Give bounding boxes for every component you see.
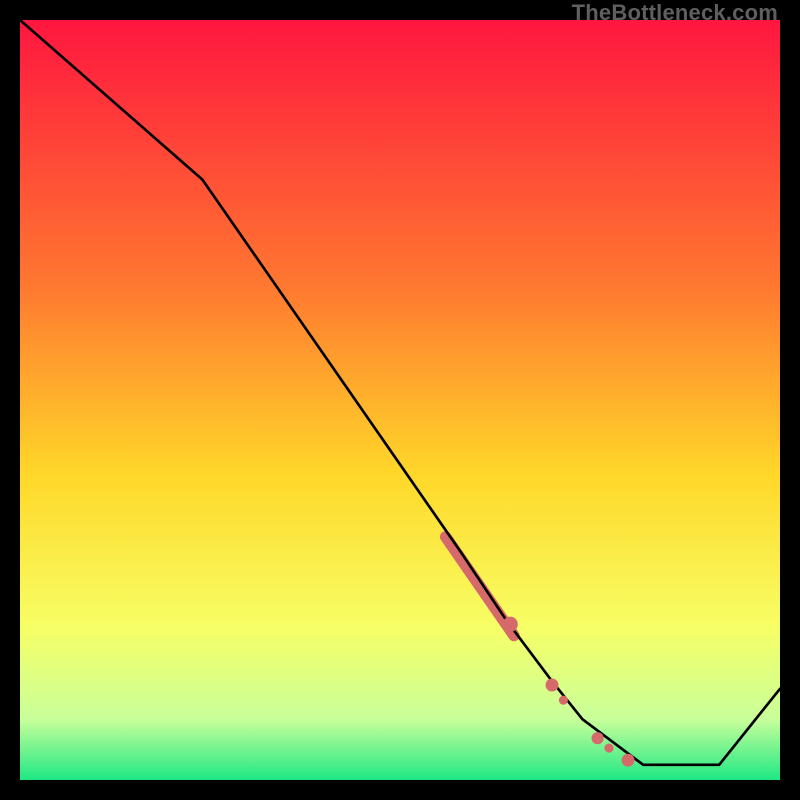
marker-dot — [592, 732, 604, 744]
marker-dot — [546, 679, 559, 692]
plot-area — [20, 20, 780, 780]
chart-frame: TheBottleneck.com — [0, 0, 800, 800]
gradient-background — [20, 20, 780, 780]
marker-dot — [559, 696, 568, 705]
marker-dot — [622, 754, 635, 767]
marker-dot — [503, 617, 518, 632]
chart-svg — [20, 20, 780, 780]
marker-dot — [604, 744, 613, 753]
